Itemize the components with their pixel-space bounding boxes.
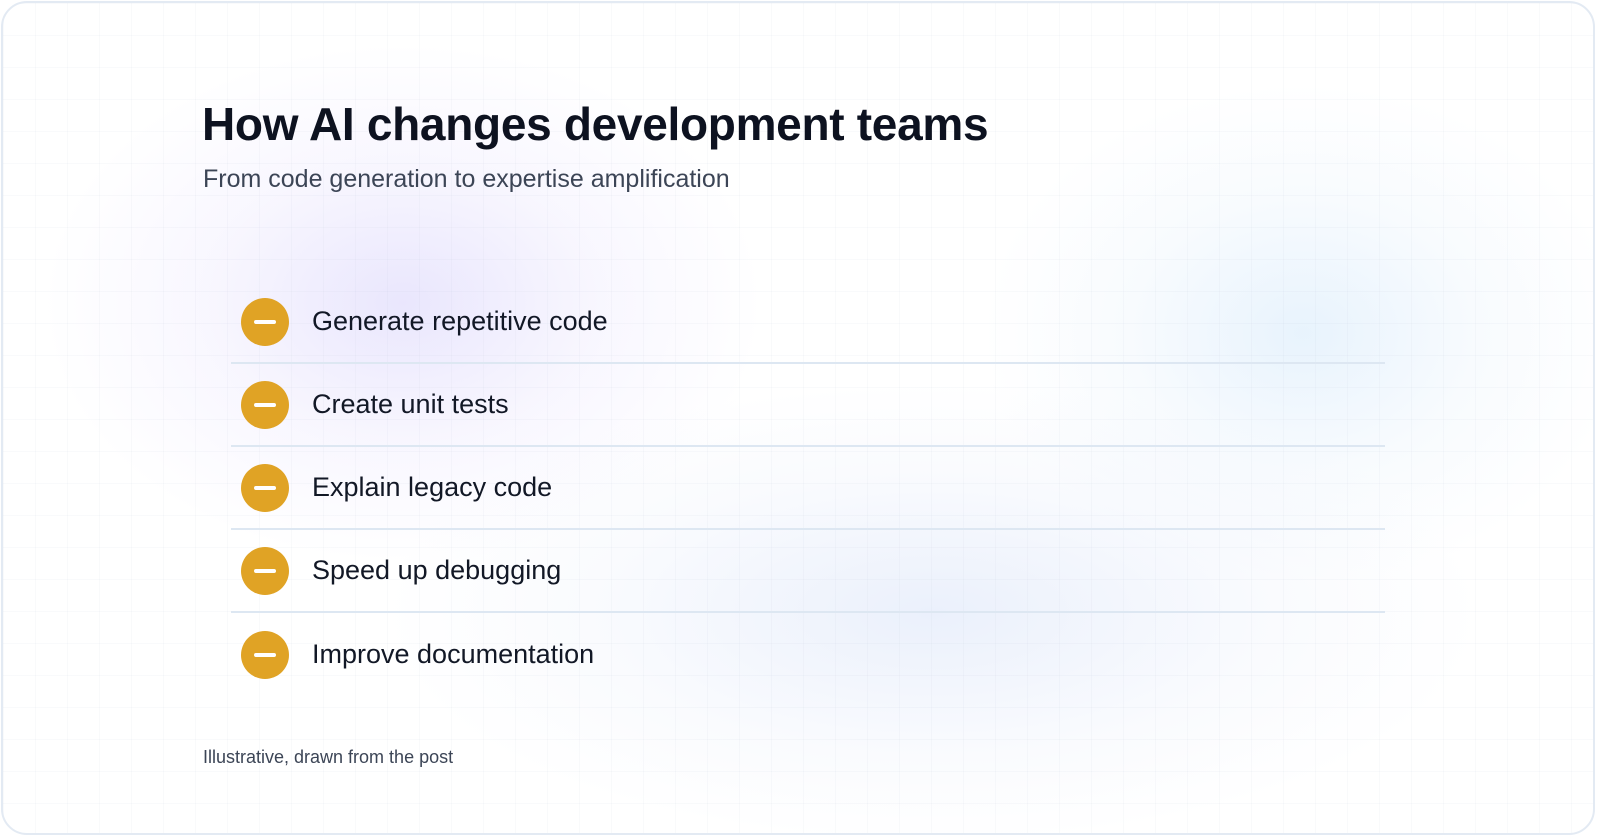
minus-icon <box>241 463 289 512</box>
list-item-label: Explain legacy code <box>312 472 553 502</box>
minus-icon <box>241 380 289 429</box>
minus-icon <box>241 630 289 679</box>
minus-icon <box>241 546 289 595</box>
list-item-label: Generate repetitive code <box>312 306 608 336</box>
list-item-label: Speed up debugging <box>312 555 562 585</box>
minus-icon <box>241 297 289 346</box>
page-title: How AI changes development teams <box>202 98 989 150</box>
list-item: Speed up debugging <box>231 530 1385 613</box>
list-item-label: Improve documentation <box>312 639 595 669</box>
list-item: Generate repetitive code <box>231 281 1385 364</box>
content: How AI changes development teams From co… <box>3 3 1593 833</box>
footnote: Illustrative, drawn from the post <box>203 747 454 767</box>
list-item: Create unit tests <box>231 364 1385 447</box>
list-item-label: Create unit tests <box>312 389 509 419</box>
list-item: Explain legacy code <box>231 447 1385 530</box>
list-item: Improve documentation <box>231 613 1385 696</box>
page-subtitle: From code generation to expertise amplif… <box>203 165 730 193</box>
card: How AI changes development teams From co… <box>1 1 1595 835</box>
change-list: Generate repetitive code Create unit tes… <box>231 281 1385 696</box>
